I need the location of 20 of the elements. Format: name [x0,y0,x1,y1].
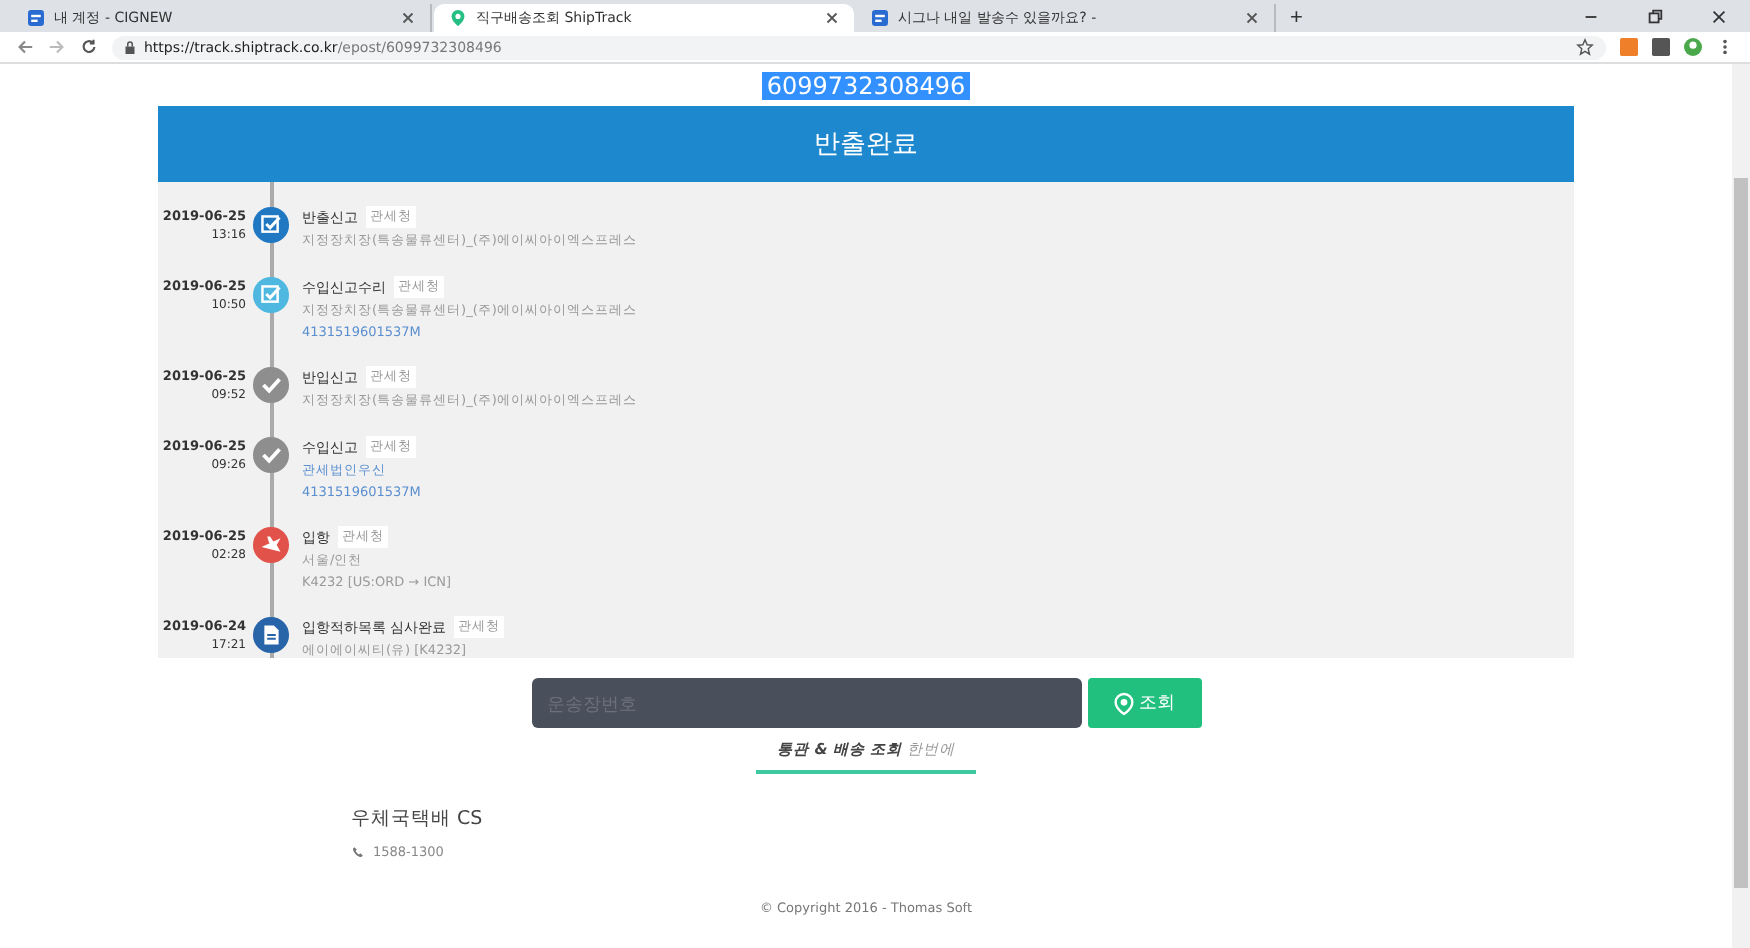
new-tab-button[interactable]: + [1278,4,1315,32]
tracking-number: 6099732308496 [762,71,970,99]
lock-icon [124,39,136,55]
page-icon [28,10,44,26]
pin-icon [1113,691,1133,715]
close-icon[interactable] [402,12,414,24]
page-icon [872,10,888,26]
back-icon[interactable] [16,38,34,56]
pin-icon [450,10,466,26]
close-icon[interactable] [1710,8,1728,26]
close-icon[interactable] [826,12,838,24]
star-icon[interactable] [1576,38,1594,56]
reload-icon[interactable] [80,38,98,56]
restore-icon[interactable] [1646,8,1664,26]
status-banner: 반출완료 [158,106,1574,182]
scrollbar-thumb[interactable] [1734,178,1748,888]
profile-icon[interactable] [1684,38,1702,56]
phone-icon [351,846,363,858]
cs-title: 우체국택배 CS [351,806,485,832]
close-icon[interactable] [1246,12,1258,24]
